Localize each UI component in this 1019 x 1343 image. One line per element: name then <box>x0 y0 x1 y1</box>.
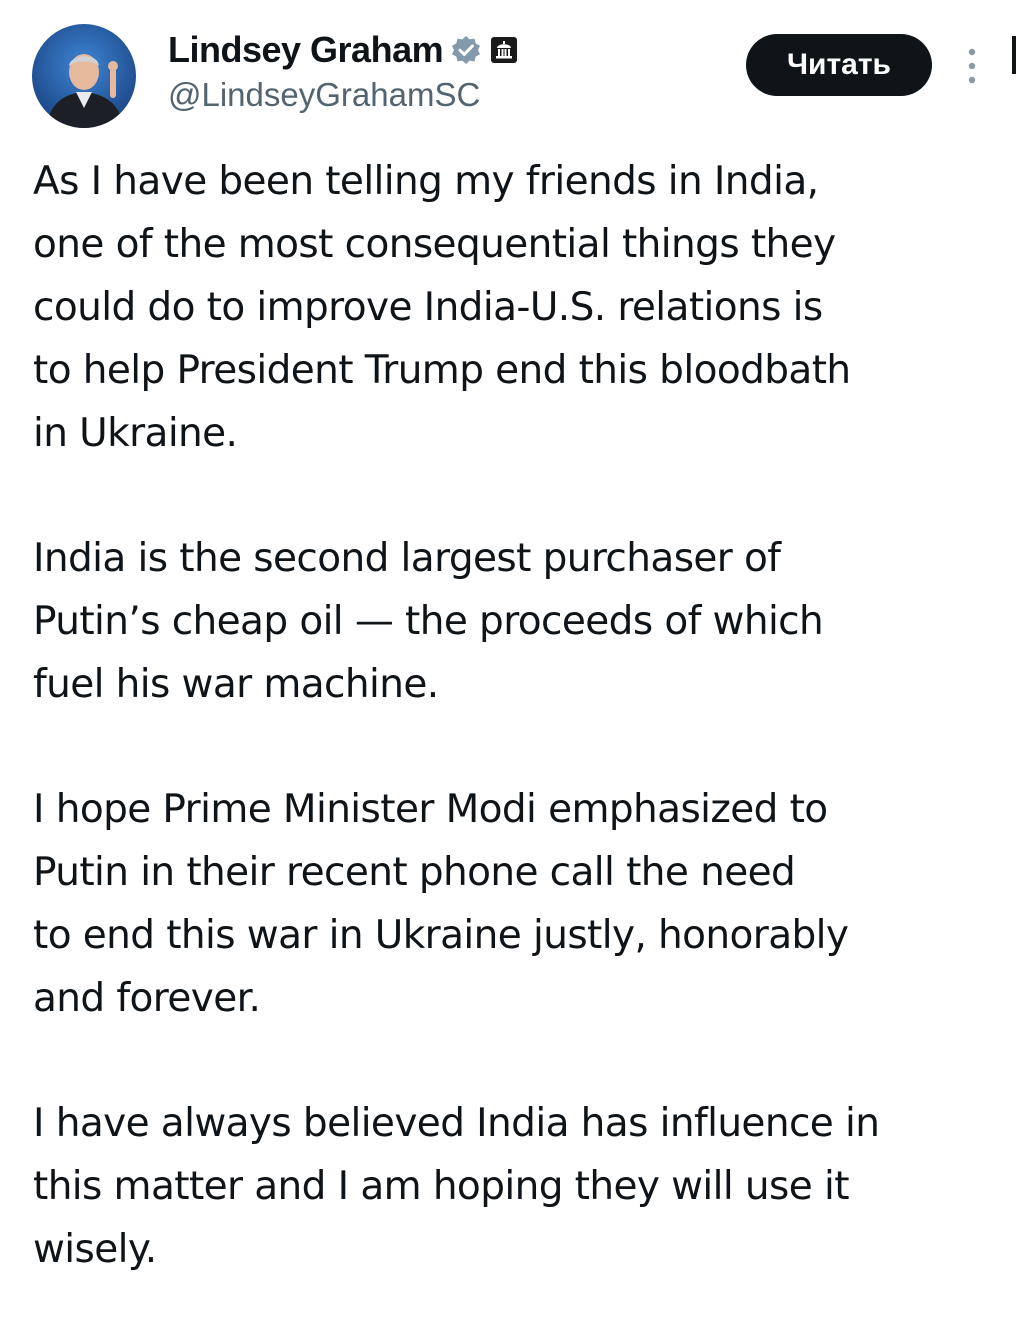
tweet-header: Lindsey Graham @LindseyGrahamSC Читать <box>0 0 1019 140</box>
tweet-paragraph: As I have been telling my friends in Ind… <box>33 150 1008 465</box>
avatar[interactable] <box>32 24 136 128</box>
tweet-line: in Ukraine. <box>33 411 238 456</box>
tweet-paragraph: I hope Prime Minister Modi emphasized to… <box>33 778 1008 1030</box>
more-options-icon[interactable] <box>958 46 986 86</box>
tweet-line: Putin’s cheap oil — the proceeds of whic… <box>33 599 824 644</box>
tweet-line: could do to improve India-U.S. relations… <box>33 285 823 330</box>
tweet-line: I hope Prime Minister Modi emphasized to <box>33 787 828 832</box>
avatar-photo-icon <box>32 24 136 128</box>
government-affiliation-icon <box>489 35 519 65</box>
tweet-line: I have always believed India has influen… <box>33 1101 880 1146</box>
author-name-row: Lindsey Graham <box>168 28 519 72</box>
tweet-line: to help President Trump end this bloodba… <box>33 348 851 393</box>
tweet-line: this matter and I am hoping they will us… <box>33 1164 849 1209</box>
tweet-text: As I have been telling my friends in Ind… <box>33 150 1008 1343</box>
tweet-line: India is the second largest purchaser of <box>33 536 781 581</box>
author-display-name[interactable]: Lindsey Graham <box>168 29 444 71</box>
tweet-paragraph: India is the second largest purchaser of… <box>33 527 1008 716</box>
tweet-line: to end this war in Ukraine justly, honor… <box>33 913 849 958</box>
tweet-line: fuel his war machine. <box>33 662 439 707</box>
edge-divider <box>1012 36 1016 74</box>
tweet-line: As I have been telling my friends in Ind… <box>33 159 819 204</box>
tweet-paragraph: I have always believed India has influen… <box>33 1092 1008 1281</box>
author-handle[interactable]: @LindseyGrahamSC <box>168 76 480 114</box>
tweet-line: wisely. <box>33 1227 157 1272</box>
read-button[interactable]: Читать <box>746 34 932 96</box>
tweet-line: Putin in their recent phone call the nee… <box>33 850 796 895</box>
tweet-line: and forever. <box>33 976 261 1021</box>
verified-badge-icon <box>451 35 481 65</box>
tweet-line: one of the most consequential things the… <box>33 222 836 267</box>
